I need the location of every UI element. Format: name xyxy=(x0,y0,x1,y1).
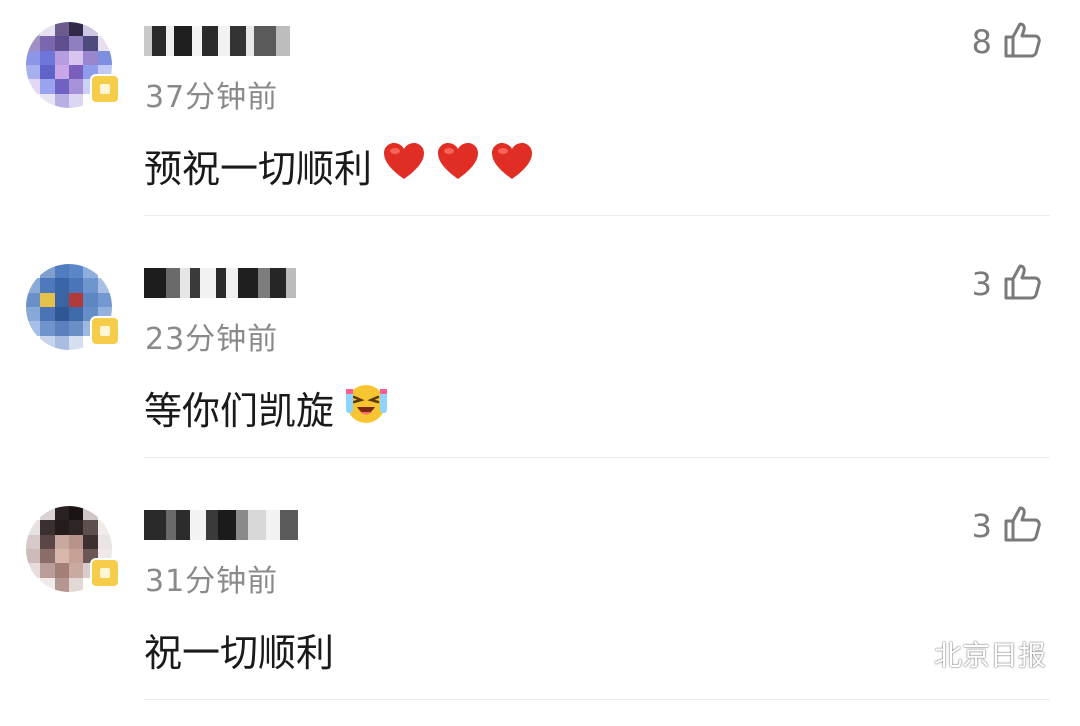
heart-emoji-icon xyxy=(490,141,534,190)
wechat-icon xyxy=(890,636,928,673)
heart-emoji-icon xyxy=(436,141,480,190)
comment-item: 23分钟前 等你们凯旋 3 xyxy=(0,242,1080,484)
comment-item: 31分钟前 祝一切顺利 3 xyxy=(0,484,1080,726)
thumbs-up-icon xyxy=(1002,504,1042,548)
watermark: 北京日报 xyxy=(890,634,1046,674)
comment-time: 23分钟前 xyxy=(145,322,279,357)
username-pixelated[interactable] xyxy=(144,508,298,542)
like-button[interactable]: 3 xyxy=(972,504,1042,548)
comment-item: 37分钟前 预祝一切顺利 8 xyxy=(0,0,1080,242)
like-button[interactable]: 3 xyxy=(972,262,1042,306)
like-count: 3 xyxy=(971,507,992,545)
thumbs-up-icon xyxy=(1002,20,1042,64)
divider xyxy=(144,457,1050,458)
comment-time: 37分钟前 xyxy=(145,80,279,115)
comment-text: 预祝一切顺利 xyxy=(144,138,534,193)
comment-text-content: 祝一切顺利 xyxy=(144,631,335,675)
username-pixelated[interactable] xyxy=(144,24,290,58)
comment-text: 祝一切顺利 xyxy=(144,622,334,677)
like-count: 3 xyxy=(971,265,992,303)
vip-badge-icon xyxy=(90,74,120,104)
like-button[interactable]: 8 xyxy=(972,20,1042,64)
heart-emoji-icon xyxy=(382,141,426,190)
username-pixelated[interactable] xyxy=(144,266,296,300)
divider xyxy=(144,215,1050,216)
laugh-cry-face-emoji-icon xyxy=(344,381,390,434)
vip-badge-icon xyxy=(90,316,120,346)
comment-text-content: 等你们凯旋 xyxy=(144,389,335,433)
like-count: 8 xyxy=(971,23,992,61)
comment-text-content: 预祝一切顺利 xyxy=(144,147,373,191)
comment-time: 31分钟前 xyxy=(145,564,279,599)
watermark-text: 北京日报 xyxy=(933,639,1046,672)
thumbs-up-icon xyxy=(1002,262,1042,306)
vip-badge-icon xyxy=(90,558,120,588)
comment-text: 等你们凯旋 xyxy=(144,380,390,435)
divider xyxy=(144,699,1050,700)
